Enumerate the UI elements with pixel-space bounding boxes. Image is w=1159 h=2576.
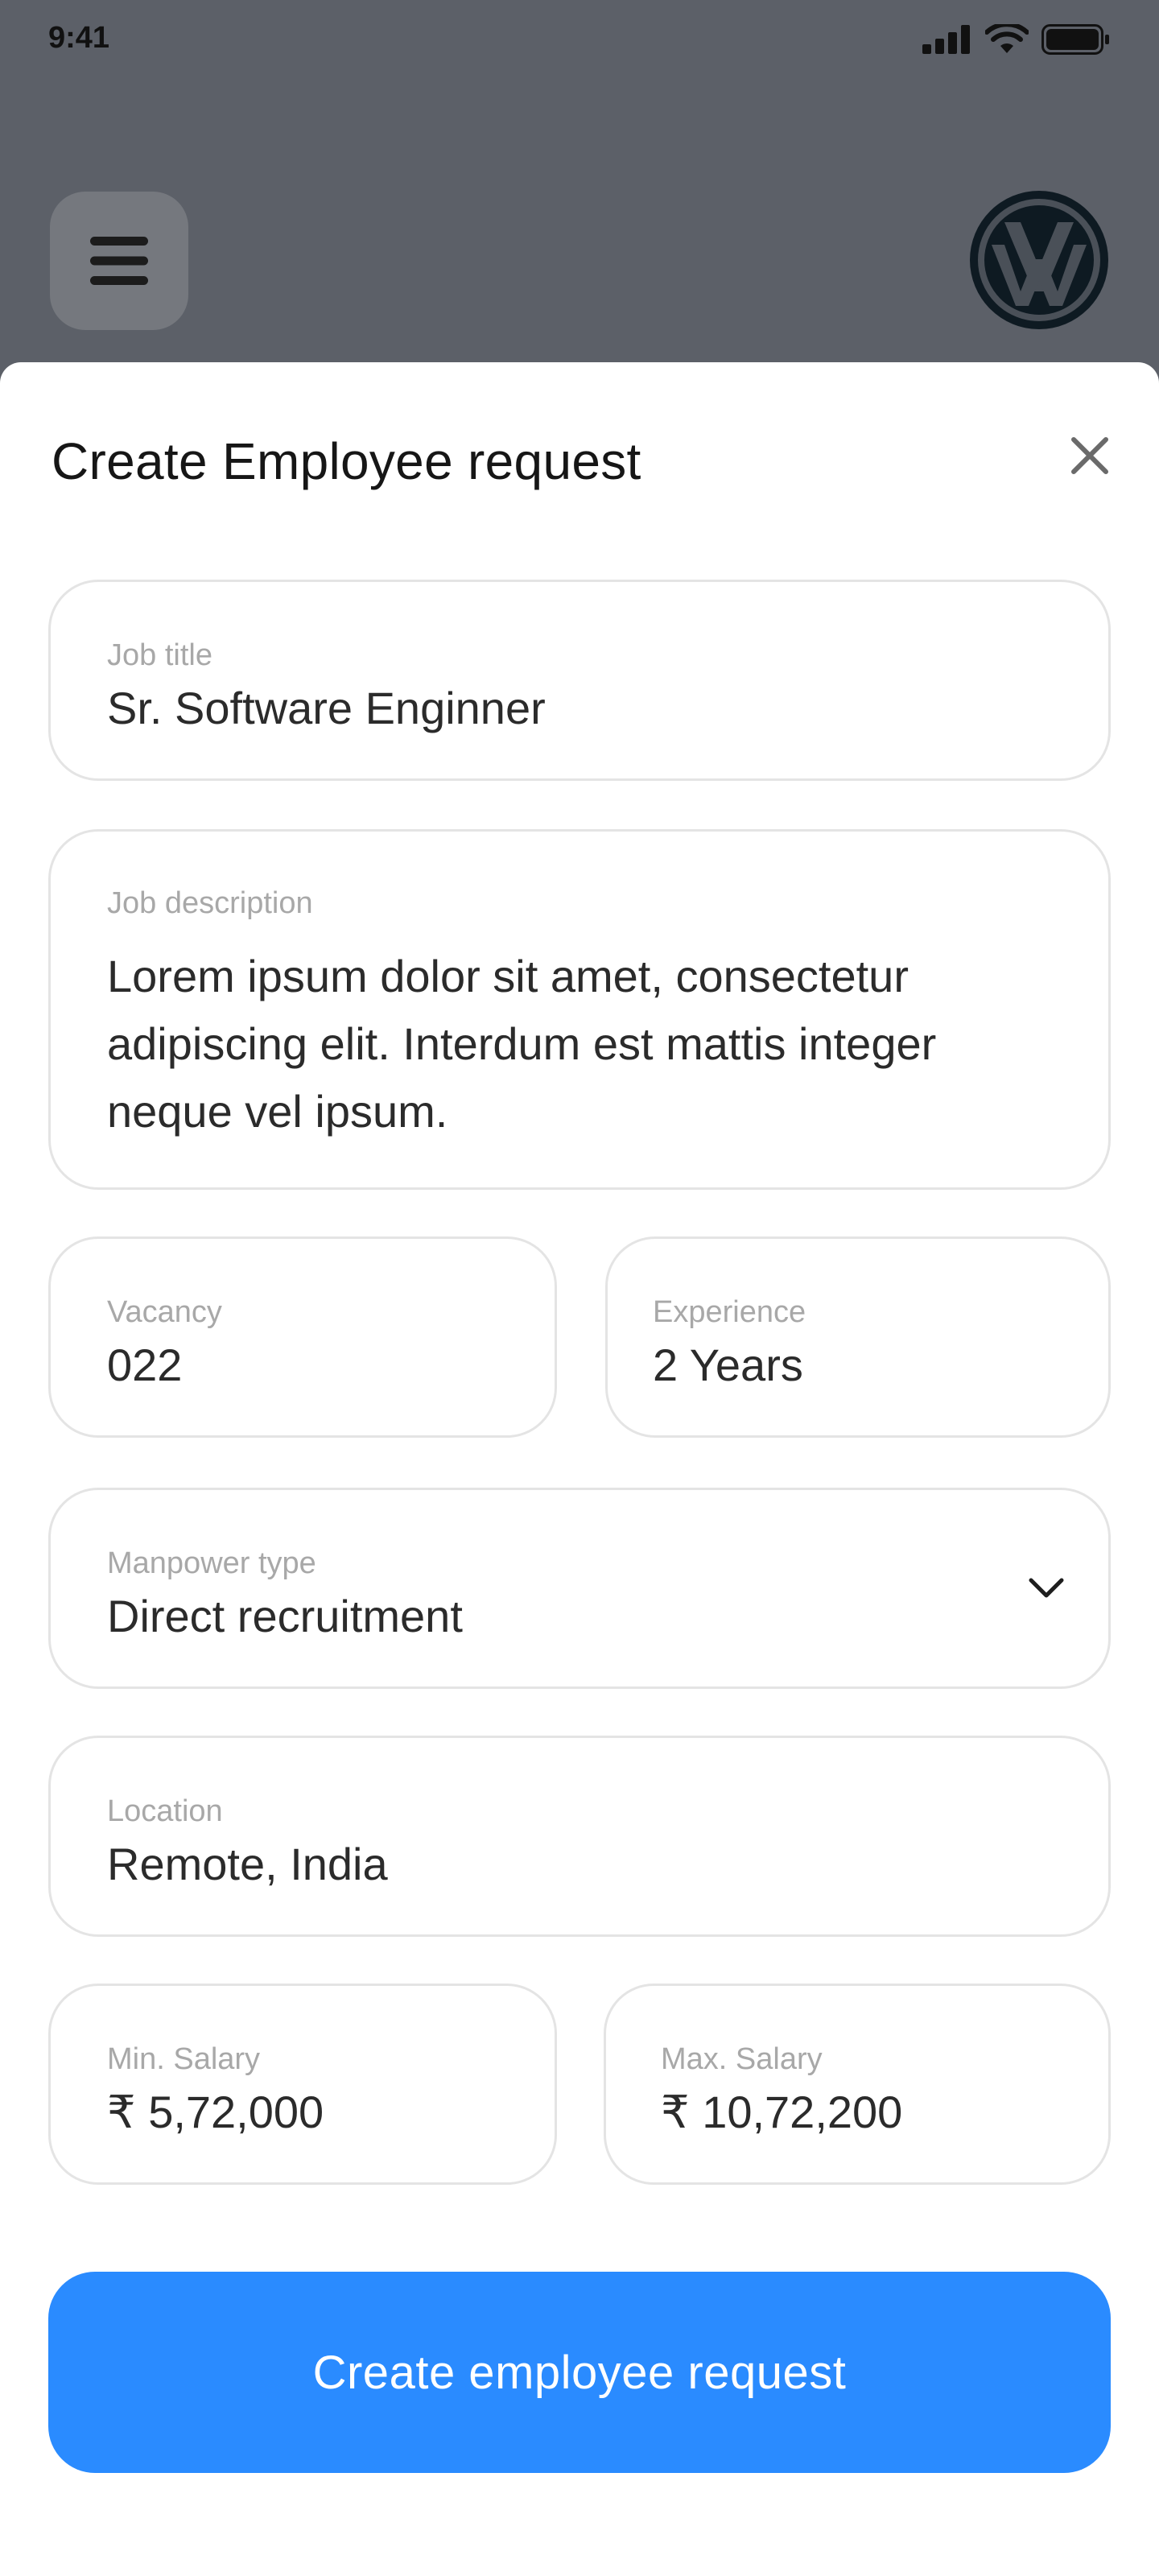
- status-bar: 9:41: [0, 0, 1159, 80]
- job-description-label: Job description: [107, 886, 313, 920]
- hamburger-menu-icon: [90, 237, 148, 285]
- vacancy-field[interactable]: Vacancy 022: [48, 1236, 557, 1438]
- vacancy-label: Vacancy: [107, 1295, 222, 1329]
- status-time: 9:41: [48, 21, 110, 55]
- brand-logo[interactable]: [967, 188, 1111, 332]
- vacancy-value: 022: [107, 1340, 183, 1390]
- location-field[interactable]: Location Remote, India: [48, 1736, 1111, 1937]
- job-description-value: Lorem ipsum dolor sit amet, consectetur …: [107, 951, 937, 1137]
- manpower-type-value: Direct recruitment: [107, 1591, 463, 1641]
- status-icons: [922, 24, 1111, 55]
- location-label: Location: [107, 1794, 223, 1828]
- chevron-down-icon[interactable]: [1028, 1577, 1065, 1600]
- min-salary-field[interactable]: Min. Salary ₹ 5,72,000: [48, 1984, 557, 2185]
- max-salary-label: Max. Salary: [661, 2042, 823, 2076]
- job-title-value: Sr. Software Enginner: [107, 683, 546, 733]
- max-salary-field[interactable]: Max. Salary ₹ 10,72,200: [604, 1984, 1111, 2185]
- menu-button[interactable]: [50, 192, 188, 330]
- min-salary-value: ₹ 5,72,000: [107, 2087, 324, 2137]
- create-employee-request-button[interactable]: Create employee request: [48, 2272, 1111, 2473]
- close-icon: [1071, 437, 1108, 474]
- sheet-title: Create Employee request: [52, 432, 641, 490]
- location-value: Remote, India: [107, 1839, 388, 1889]
- job-title-label: Job title: [107, 638, 212, 672]
- close-button[interactable]: [1061, 427, 1119, 485]
- manpower-type-dropdown[interactable]: Manpower type Direct recruitment: [48, 1488, 1111, 1689]
- volkswagen-logo-icon: [970, 191, 1108, 329]
- job-description-field[interactable]: Job description Lorem ipsum dolor sit am…: [48, 829, 1111, 1190]
- manpower-type-label: Manpower type: [107, 1546, 316, 1580]
- experience-field[interactable]: Experience 2 Years: [605, 1236, 1111, 1438]
- experience-value: 2 Years: [653, 1340, 803, 1390]
- battery-icon: [1041, 24, 1109, 55]
- wifi-icon: [985, 24, 1029, 53]
- max-salary-value: ₹ 10,72,200: [661, 2087, 903, 2137]
- cellular-signal-icon: [922, 25, 970, 54]
- job-title-field[interactable]: Job title Sr. Software Enginner: [48, 580, 1111, 781]
- experience-label: Experience: [653, 1295, 806, 1329]
- min-salary-label: Min. Salary: [107, 2042, 261, 2076]
